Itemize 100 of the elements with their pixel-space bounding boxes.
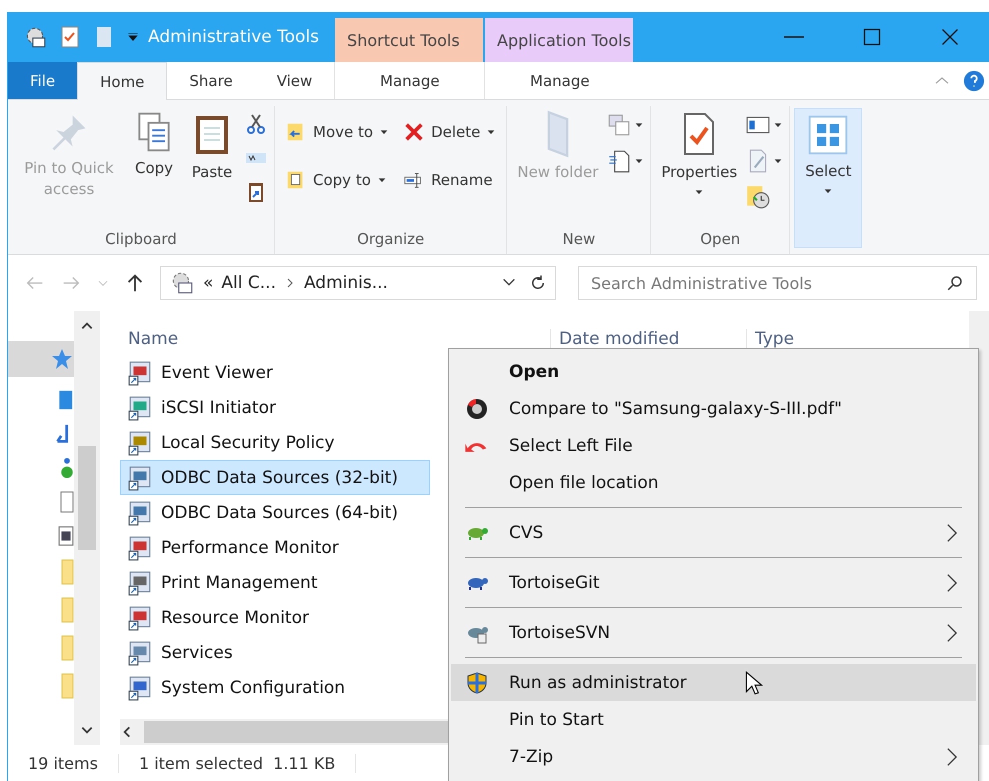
search-field[interactable]: Search Administrative Tools <box>578 266 977 300</box>
refresh-icon <box>529 274 547 292</box>
file-name: Resource Monitor <box>161 608 309 628</box>
scrollbar-thumb[interactable] <box>78 446 96 550</box>
copy-path-icon <box>606 112 632 138</box>
ribbon-tab[interactable]: Home <box>77 62 168 100</box>
menu-item-label: TortoiseSVN <box>509 622 610 642</box>
folder-icon <box>546 110 570 158</box>
menu-item-label: Run as administrator <box>509 672 687 692</box>
group-label: Organize <box>356 230 426 250</box>
close-icon <box>940 27 960 47</box>
selection-info: 1 item selected 1.11 KB <box>118 754 356 772</box>
window-title: Administrative Tools <box>148 26 320 49</box>
shield-icon <box>465 670 489 694</box>
address-bar[interactable]: « All C... Adminis... <box>160 266 556 300</box>
file-row[interactable]: Resource Monitor <box>120 600 430 635</box>
program-shortcut-icon <box>127 360 153 386</box>
menu-item-label: TortoiseGit <box>509 572 600 592</box>
menu-item-label: Open file location <box>509 472 659 492</box>
program-shortcut-icon <box>127 430 153 456</box>
nav-selected-row[interactable] <box>8 341 74 377</box>
file-name: Performance Monitor <box>161 538 339 558</box>
ribbon-button[interactable]: Copy to <box>281 160 394 200</box>
file-row[interactable]: Services <box>120 635 430 670</box>
file-name: System Configuration <box>161 678 346 698</box>
group-label: Clipboard <box>104 230 178 250</box>
picture-icon <box>58 525 74 547</box>
ribbon-button[interactable]: Delete <box>399 112 500 152</box>
menu-item[interactable]: TortoiseSVN <box>451 614 976 651</box>
menu-item[interactable]: Open file location <box>451 464 976 501</box>
file-row[interactable]: Performance Monitor <box>120 530 430 565</box>
folder-icon <box>61 597 74 623</box>
breadcrumb[interactable]: All C... <box>221 273 276 293</box>
file-row[interactable]: ODBC Data Sources (64-bit) <box>120 495 430 530</box>
ribbon-tab[interactable]: File <box>8 62 78 99</box>
file-row[interactable]: Print Management <box>120 565 430 600</box>
ribbon-button[interactable]: Paste <box>184 106 240 187</box>
menu-item[interactable]: Compare to "Samsung-galaxy-S-III.pdf" <box>451 390 976 427</box>
program-shortcut-icon <box>127 604 153 630</box>
minimize-icon <box>784 36 804 38</box>
program-shortcut-icon <box>127 500 153 526</box>
menu-item-label: Compare to "Samsung-galaxy-S-III.pdf" <box>509 398 842 418</box>
menu-item[interactable]: Run as administrator <box>451 664 976 701</box>
menu-item[interactable]: Pin to Start <box>451 701 976 738</box>
ribbon-button[interactable]: Select <box>801 109 856 200</box>
file-row[interactable]: Local Security Policy <box>120 425 430 460</box>
folder-icon <box>61 559 74 585</box>
file-name: Event Viewer <box>161 362 273 382</box>
file-row[interactable]: iSCSI Initiator <box>120 390 430 425</box>
scrollbar[interactable] <box>74 311 100 745</box>
file-name: Services <box>161 642 233 662</box>
menu-item[interactable]: TortoiseGit <box>451 564 976 601</box>
help-icon <box>963 70 985 92</box>
compare-disc-icon <box>465 396 489 420</box>
menu-item-label: Open <box>509 362 560 382</box>
search-placeholder: Search Administrative Tools <box>591 274 812 292</box>
menu-item-label: Pin to Start <box>509 710 604 730</box>
delete-x-icon <box>403 121 426 143</box>
file-name: Print Management <box>161 572 318 592</box>
file-name: ODBC Data Sources (32-bit) <box>161 468 398 488</box>
contextual-tab-group: Application Tools <box>485 18 636 62</box>
program-shortcut-icon <box>127 394 153 420</box>
folder-icon <box>61 635 74 661</box>
file-row[interactable]: ODBC Data Sources (32-bit) <box>120 460 430 495</box>
document-icon <box>60 491 74 513</box>
file-name: ODBC Data Sources (64-bit) <box>161 502 398 522</box>
search-icon <box>946 274 964 292</box>
menu-item[interactable]: Select Left File <box>451 427 976 464</box>
scissors-icon <box>244 112 268 136</box>
contextual-tab-group: Shortcut Tools <box>335 18 486 62</box>
program-shortcut-icon <box>127 464 153 490</box>
star-icon <box>50 347 74 371</box>
column-header[interactable]: Name <box>120 329 550 355</box>
file-name: iSCSI Initiator <box>161 398 276 418</box>
ribbon-button[interactable]: Rename <box>399 160 500 200</box>
group-label: New <box>562 230 596 250</box>
program-shortcut-icon <box>127 570 153 596</box>
file-name: Local Security Policy <box>161 432 335 452</box>
menu-item[interactable]: 7-Zip <box>451 738 976 775</box>
ribbon-button[interactable]: Move to <box>281 112 394 152</box>
file-row[interactable]: Event Viewer <box>120 355 430 390</box>
maximize-icon <box>862 27 882 47</box>
group-label: Open <box>699 230 742 250</box>
ribbon-button[interactable]: Copy <box>128 106 180 183</box>
breadcrumb[interactable]: Adminis... <box>304 273 388 293</box>
program-shortcut-icon <box>127 640 153 666</box>
network-icon <box>60 457 74 479</box>
menu-item[interactable]: CVS <box>451 514 976 551</box>
menu-item[interactable]: Open <box>451 353 976 390</box>
ribbon-button[interactable]: Properties <box>657 106 742 201</box>
grid-icon <box>806 113 850 157</box>
menu-item-label: 7-Zip <box>509 746 554 766</box>
program-shortcut-icon <box>127 534 153 560</box>
item-count: 19 items <box>8 754 119 772</box>
menu-item-label: CVS <box>509 522 544 542</box>
program-shortcut-icon <box>127 674 153 700</box>
history-icon <box>745 184 772 210</box>
menu-item-label: Select Left File <box>509 436 633 456</box>
file-row[interactable]: System Configuration <box>120 670 430 705</box>
overflow-chevron[interactable]: « <box>203 273 214 293</box>
